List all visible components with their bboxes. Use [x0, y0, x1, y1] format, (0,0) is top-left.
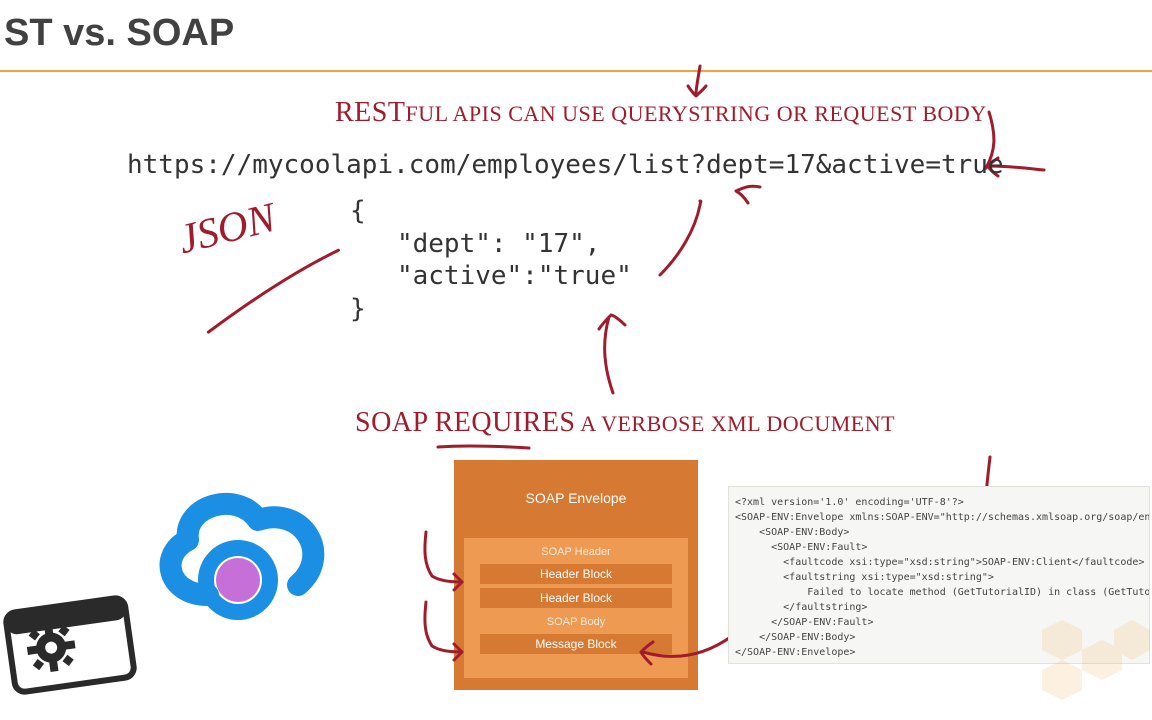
arrow-up-to-json: [595, 305, 645, 400]
arrow-to-body-block: [418, 600, 478, 675]
json-label: JSON: [174, 194, 281, 264]
header-block-1: Header Block: [480, 564, 672, 584]
arrow-json-to-url-1: [640, 185, 780, 290]
soap-requires-underline: [436, 438, 531, 456]
rest-caption: RESTFUL APIS CAN USE QUERYSTRING OR REQU…: [335, 97, 987, 129]
divider: [0, 70, 1152, 72]
json-body: { "dept": "17", "active":"true" }: [350, 195, 632, 325]
header-block-2: Header Block: [480, 588, 672, 608]
json-underline: [194, 248, 355, 347]
soap-header-section: SOAP Header Header Block Header Block: [470, 544, 682, 608]
arrow-down-to-querystring: [688, 64, 718, 109]
gear-card-icon: [0, 585, 145, 705]
slide: ST vs. SOAP RESTFUL APIS CAN USE QUERYST…: [0, 0, 1152, 720]
rest-url: https://mycoolapi.com/employees/list?dep…: [127, 150, 1004, 180]
arrow-xml-to-envelope: [637, 634, 737, 679]
cloud-icon: [148, 475, 338, 645]
hex-decoration: [1032, 610, 1152, 710]
slide-title: ST vs. SOAP: [4, 12, 234, 55]
soap-caption: SOAP REQUIRES A VERBOSE XML DOCUMENT: [355, 407, 895, 439]
envelope-title: SOAP Envelope: [454, 460, 698, 506]
arrow-to-header-block: [418, 530, 478, 605]
